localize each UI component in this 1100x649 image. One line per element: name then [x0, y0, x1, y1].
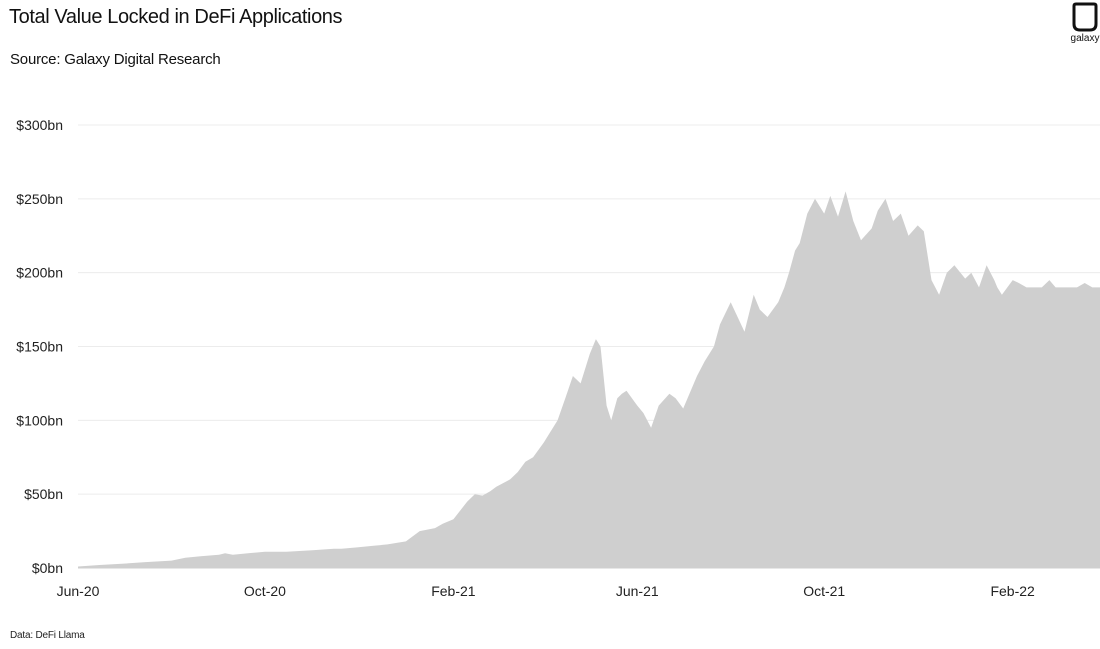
- y-tick-label: $50bn: [24, 486, 63, 502]
- x-tick-label: Feb-22: [990, 583, 1035, 599]
- x-tick-label: Oct-20: [244, 583, 286, 599]
- y-tick-label: $0bn: [32, 560, 63, 576]
- x-tick-label: Jun-21: [616, 583, 659, 599]
- y-tick-label: $150bn: [16, 339, 63, 355]
- x-tick-label: Feb-21: [431, 583, 476, 599]
- y-tick-label: $300bn: [16, 117, 63, 133]
- tvl-area-chart: $0bn$50bn$100bn$150bn$200bn$250bn$300bn …: [16, 117, 1100, 599]
- chart-area-layer: [78, 191, 1100, 569]
- y-tick-label: $100bn: [16, 412, 63, 428]
- y-tick-label: $200bn: [16, 265, 63, 281]
- x-tick-label: Oct-21: [803, 583, 845, 599]
- y-axis-ticks: $0bn $50bn $100bn $150bn $200bn $250bn $300bn: [16, 117, 63, 576]
- y-tick-label: $250bn: [16, 191, 63, 207]
- tvl-area-series: [78, 191, 1100, 568]
- x-axis-ticks: Jun-20 Oct-20 Feb-21 Jun-21 Oct-21 Feb-22: [57, 583, 1035, 599]
- data-source-note: Data: DeFi Llama: [10, 630, 85, 641]
- x-tick-label: Jun-20: [57, 583, 100, 599]
